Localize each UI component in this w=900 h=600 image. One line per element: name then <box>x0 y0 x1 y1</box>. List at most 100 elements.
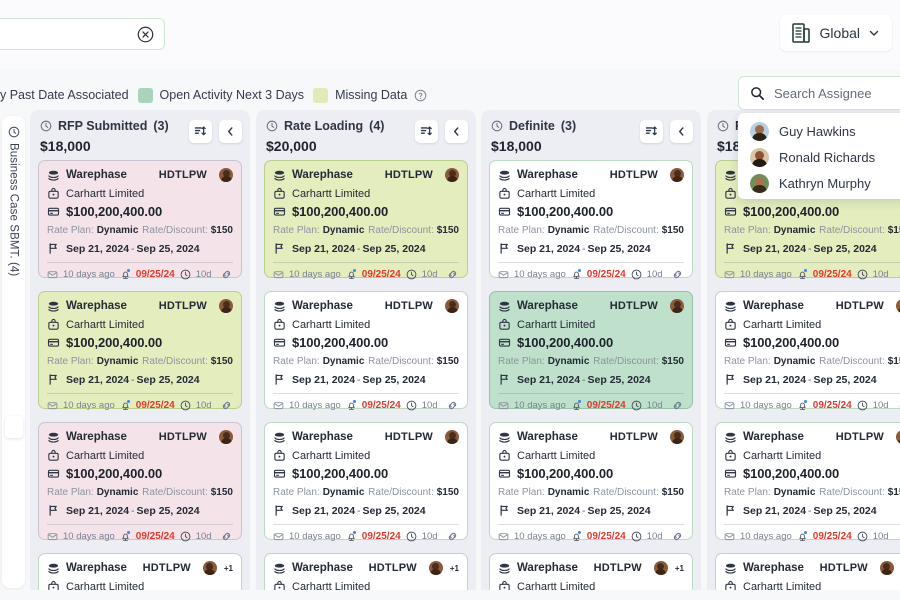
avatar[interactable] <box>670 430 684 444</box>
card-duration: 10d <box>872 269 889 280</box>
card-dates-row: Sep 21, 2024- Sep 25, 2024 <box>47 504 233 517</box>
card-link-button[interactable] <box>446 268 459 281</box>
card-duration: 10d <box>872 400 889 411</box>
card-divider <box>724 262 900 263</box>
card-dates-row: Sep 21, 2024- Sep 25, 2024 <box>273 504 459 517</box>
card-link-button[interactable] <box>671 399 684 412</box>
card-org: Carhartt Limited <box>66 318 145 331</box>
rate-discount-label: Rate/Discount: <box>819 487 885 498</box>
avatar[interactable] <box>219 168 233 182</box>
avatar[interactable] <box>445 168 459 182</box>
deal-card[interactable]: Warephase HDTLPW Carhartt Limited $100,200,… <box>264 291 468 412</box>
flag-icon <box>275 243 283 254</box>
layers-icon <box>499 432 510 443</box>
column-collapse-button[interactable] <box>219 120 242 143</box>
card-date-separator: - <box>357 242 361 255</box>
column-collapse-button[interactable] <box>445 120 468 143</box>
legend-item-0: y Past Date Associated <box>0 88 129 102</box>
assignee-option[interactable]: Guy Hawkins <box>738 118 900 144</box>
deal-card[interactable]: Warephase HDTLPW Carhartt Limited $100,200,… <box>264 160 468 281</box>
deal-card[interactable]: Warephase HDTLPW Carhartt Limited $100,200,… <box>489 422 693 543</box>
card-due-group <box>571 531 582 542</box>
column-title: Definite <box>509 119 555 133</box>
legend-item-2: Missing Data <box>313 87 427 103</box>
column-count: (3) <box>560 119 577 133</box>
deal-card[interactable]: Warephase HDTLPW Carhartt Limited $100,200,… <box>38 422 242 543</box>
card-rate-row: Rate Plan:DynamicRate/Discount:$150 <box>273 356 459 367</box>
card-link-button[interactable] <box>671 530 684 543</box>
deal-card[interactable]: Warephase HDTLPW Carhartt Limited $100,200,… <box>489 160 693 281</box>
card-footer: 10 days ago 09/25/24 10d <box>273 268 459 281</box>
card-title: Warephase <box>517 169 578 181</box>
card-title: Warephase <box>517 431 578 443</box>
legend-item-1: Open Activity Next 3 Days <box>137 87 304 103</box>
card-link-button[interactable] <box>671 268 684 281</box>
avatar[interactable] <box>653 561 668 575</box>
card-due-group <box>120 400 131 411</box>
search-input[interactable]: arch <box>0 18 165 50</box>
column-collapse-button[interactable] <box>670 120 693 143</box>
column-sort-button[interactable] <box>415 120 438 143</box>
search-input-value: arch <box>0 28 137 41</box>
card-dates-row: Sep 21, 2024- Sep 25, 2024 <box>724 242 900 255</box>
deal-card[interactable]: Warephase HDTLPW Carhartt Limited $100,200,… <box>715 291 900 411</box>
collapsed-column-business-case[interactable]: Business Case SBMT. (4) <box>2 116 25 588</box>
assignee-search-input[interactable]: Search Assignee <box>738 76 900 110</box>
card-amount: $100,200,400.00 <box>517 466 614 481</box>
avatar[interactable] <box>879 561 894 575</box>
card-date-start: Sep 21, 2024 <box>743 504 807 517</box>
card-divider <box>724 393 900 394</box>
avatar[interactable] <box>445 430 459 444</box>
rate-discount-value: $150 <box>436 487 459 498</box>
avatar[interactable] <box>896 430 900 444</box>
assignee-option[interactable]: Ronald Richards <box>738 144 900 170</box>
card-code: HDTLPW <box>835 300 884 312</box>
deal-card[interactable]: Warephase HDTLPW Carhartt Limited $100,200,… <box>38 160 242 281</box>
avatar[interactable] <box>896 299 900 313</box>
column-sort-button[interactable] <box>640 120 663 143</box>
layers-icon <box>274 301 285 312</box>
global-scope-button[interactable]: Global <box>779 15 892 51</box>
legend: y Past Date Associated Open Activity Next… <box>0 84 427 106</box>
legend-help[interactable] <box>414 89 427 102</box>
column-sort-button[interactable] <box>189 120 212 143</box>
clock-icon <box>180 269 191 280</box>
avatar[interactable] <box>445 299 459 313</box>
deal-card[interactable]: Warephase HDTLPW Carhartt Limited $100,200,… <box>264 422 468 543</box>
card-due-date: 09/25/24 <box>586 531 626 542</box>
deal-card[interactable]: Warephase HDTLPW Carhartt Limited $100,200,… <box>489 291 693 412</box>
collapsed-column-expand-button[interactable] <box>5 416 23 438</box>
avatar[interactable] <box>219 299 233 313</box>
rate-discount-label: Rate/Discount: <box>368 225 434 236</box>
deal-card[interactable]: Warephase HDTLPW Carhartt Limited $100,200,… <box>715 422 900 542</box>
notification-dot <box>126 531 130 534</box>
card-activity: 10 days ago <box>740 531 792 542</box>
deal-card[interactable]: Warephase HDTLPW Carhartt Limited $100,200,… <box>38 291 242 412</box>
assignee-option[interactable]: Kathryn Murphy <box>738 170 900 196</box>
link-icon <box>448 270 457 279</box>
avatar[interactable] <box>428 561 443 575</box>
card-rate-row: Rate Plan:DynamicRate/Discount:$150 <box>498 356 684 367</box>
card-dates-row: Sep 21, 2024- Sep 25, 2024 <box>47 373 233 386</box>
rate-plan-label: Rate Plan: <box>498 356 545 367</box>
avatar[interactable] <box>202 561 217 575</box>
avatar[interactable] <box>219 430 233 444</box>
envelope-icon <box>273 533 284 541</box>
avatar[interactable] <box>670 299 684 313</box>
card-date-end: Sep 25, 2024 <box>136 504 200 517</box>
card-due-group <box>797 400 808 411</box>
card-link-button[interactable] <box>446 530 459 543</box>
briefcase-icon <box>48 319 59 330</box>
card-link-button[interactable] <box>220 268 233 281</box>
avatar[interactable] <box>670 168 684 182</box>
card-activity: 10 days ago <box>63 531 115 542</box>
briefcase-icon <box>725 188 736 199</box>
card-link-button[interactable] <box>446 399 459 412</box>
card-divider <box>498 393 684 394</box>
clear-circle-icon[interactable] <box>137 26 154 43</box>
card-link-button[interactable] <box>220 530 233 543</box>
clock-icon <box>180 531 191 542</box>
card-due-date: 09/25/24 <box>812 400 852 411</box>
card-link-button[interactable] <box>220 399 233 412</box>
rate-plan-value: Dynamic <box>322 487 365 498</box>
